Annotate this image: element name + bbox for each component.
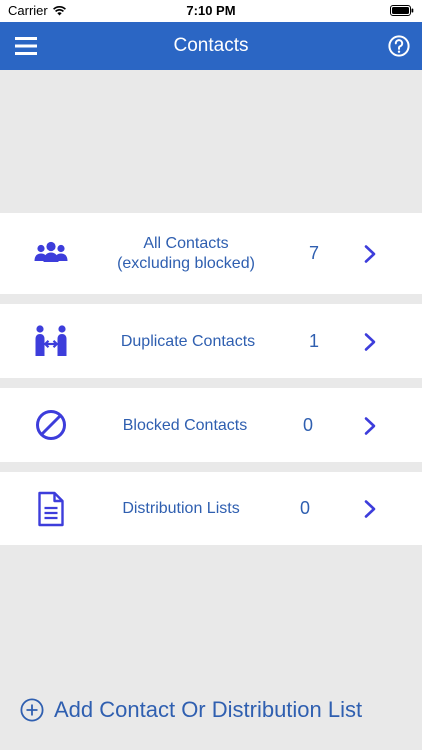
add-contact-label: Add Contact Or Distribution List [54, 697, 363, 722]
question-circle-icon[interactable] [388, 35, 410, 57]
row-distribution-lists[interactable]: Distribution Lists 0 [0, 472, 422, 545]
row-count-blocked-contacts: 0 [302, 415, 313, 435]
row-count-duplicate-contacts: 1 [308, 331, 319, 351]
row-count-all-contacts: 7 [308, 243, 319, 263]
chevron-right-icon[interactable] [363, 416, 377, 436]
nav-bar: Contacts [0, 22, 422, 70]
row-duplicate-contacts[interactable]: Duplicate Contacts 1 [0, 304, 422, 378]
chevron-right-icon[interactable] [363, 332, 377, 352]
blocked-circle-icon [36, 410, 66, 440]
add-contact-button[interactable]: Add Contact Or Distribution List [20, 697, 362, 723]
row-label-duplicate-contacts: Duplicate Contacts [120, 333, 256, 350]
row-label-blocked-contacts: Blocked Contacts [122, 417, 248, 434]
row-blocked-contacts[interactable]: Blocked Contacts 0 [0, 388, 422, 462]
row-all-contacts[interactable]: All Contacts (excluding blocked) 7 [0, 213, 422, 294]
battery-icon [390, 5, 414, 16]
status-time: 7:10 PM [186, 3, 236, 18]
row-count-distribution-lists: 0 [299, 498, 310, 518]
people-group-icon [34, 241, 68, 262]
duplicate-people-icon [35, 325, 67, 356]
page-title: Contacts [173, 35, 249, 56]
row-label-distribution-lists: Distribution Lists [122, 500, 240, 517]
status-bar: Carrier 7:10 PM [0, 0, 422, 22]
chevron-right-icon[interactable] [363, 499, 377, 519]
chevron-right-icon[interactable] [363, 244, 377, 264]
row-label-all-contacts: All Contacts (excluding blocked) [117, 235, 255, 272]
document-list-icon [38, 491, 64, 527]
plus-circle-icon [20, 698, 44, 722]
